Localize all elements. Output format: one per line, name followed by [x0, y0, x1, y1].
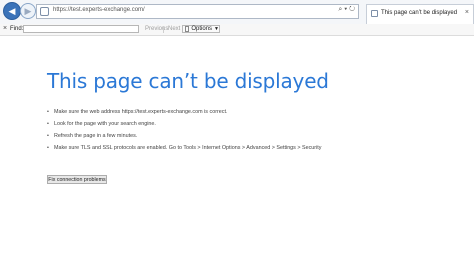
find-input[interactable]: [23, 25, 139, 33]
tab-title: This page can’t be displayed: [381, 10, 458, 16]
forward-arrow-icon[interactable]: ▶: [20, 3, 36, 19]
find-next-button[interactable]: Next: [168, 26, 180, 32]
find-label: Find:: [10, 26, 24, 32]
address-tools[interactable]: ⌕ ▾ ↻: [338, 6, 355, 14]
tip-item: Make sure TLS and SSL protocols are enab…: [47, 145, 347, 152]
address-bar[interactable]: https://test.experts-exchange.com/ ⌕ ▾ ↻: [36, 4, 359, 19]
tip-item: Refresh the page in a few minutes.: [47, 133, 347, 140]
find-separator: [163, 26, 164, 33]
error-page: This page can’t be displayed Make sure t…: [0, 36, 474, 266]
tab-error-page[interactable]: This page can’t be displayed ×: [366, 4, 474, 24]
page-title: This page can’t be displayed: [47, 69, 329, 93]
options-button[interactable]: Options ▼: [182, 25, 220, 33]
close-icon[interactable]: ×: [465, 9, 469, 16]
fix-connection-button[interactable]: Fix connection problems: [47, 175, 107, 184]
chevron-down-icon: ▼: [214, 26, 219, 32]
page-icon: [371, 10, 378, 17]
back-arrow-icon[interactable]: ◀: [3, 2, 21, 20]
close-icon[interactable]: ×: [3, 25, 7, 32]
page-icon: [40, 7, 49, 16]
address-text[interactable]: https://test.experts-exchange.com/: [53, 7, 145, 13]
browser-toolbar: ◀ ▶ https://test.experts-exchange.com/ ⌕…: [0, 0, 474, 25]
find-previous-button[interactable]: Previous: [145, 26, 168, 32]
tip-item: Make sure the web address https://test.e…: [47, 109, 347, 116]
options-icon: [185, 26, 190, 32]
find-bar: × Find: Previous Next Options ▼: [0, 24, 474, 36]
troubleshooting-tips: Make sure the web address https://test.e…: [47, 109, 347, 157]
options-label: Options: [191, 26, 213, 32]
tip-item: Look for the page with your search engin…: [47, 121, 347, 128]
